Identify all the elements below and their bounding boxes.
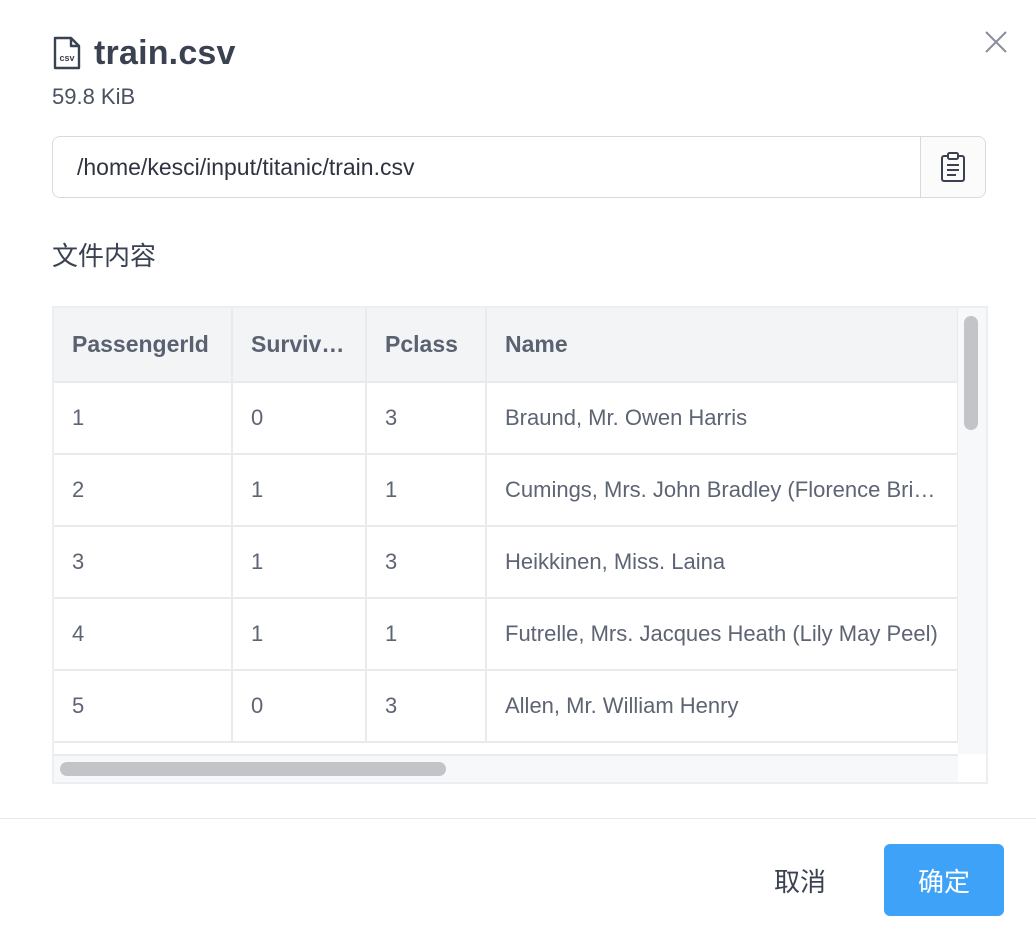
column-header-name[interactable]: Name	[486, 308, 959, 383]
table-cell: 2	[54, 454, 233, 527]
confirm-button[interactable]: 确定	[884, 844, 1004, 916]
csv-icon-label: csv	[59, 53, 74, 63]
table-cell: 0	[232, 382, 367, 455]
csv-preview-table[interactable]: PassengerId Survived Pclass Name 1 0 3 B…	[52, 306, 988, 784]
table-cell: Futrelle, Mrs. Jacques Heath (Lily May P…	[486, 598, 959, 671]
table-cell: 3	[366, 382, 487, 455]
table-cell: Cumings, Mrs. John Bradley (Florence Bri…	[486, 454, 959, 527]
vertical-scrollbar-thumb[interactable]	[964, 316, 978, 430]
column-header-pclass[interactable]: Pclass	[366, 308, 487, 383]
table-header-row: PassengerId Survived Pclass Name	[54, 308, 959, 383]
table-row: 4 1 1 Futrelle, Mrs. Jacques Heath (Lily…	[54, 598, 959, 671]
table-row: 1 0 3 Braund, Mr. Owen Harris	[54, 382, 959, 455]
column-header-survived[interactable]: Survived	[232, 308, 367, 383]
table-cell: 1	[54, 382, 233, 455]
column-header-passengerid[interactable]: PassengerId	[54, 308, 233, 383]
table-row: 2 1 1 Cumings, Mrs. John Bradley (Floren…	[54, 454, 959, 527]
title-row: csv train.csv	[52, 30, 956, 76]
table-cell: Heikkinen, Miss. Laina	[486, 526, 959, 599]
table-row: 5 0 3 Allen, Mr. William Henry	[54, 670, 959, 743]
table-cell: 1	[232, 526, 367, 599]
cancel-button[interactable]: 取消	[748, 846, 852, 914]
table-cell: Braund, Mr. Owen Harris	[486, 382, 959, 455]
table-cell: 1	[232, 598, 367, 671]
data-table: PassengerId Survived Pclass Name 1 0 3 B…	[54, 308, 959, 743]
content-section-title: 文件内容	[52, 242, 157, 272]
table-cell: 3	[366, 670, 487, 743]
file-title: train.csv	[94, 33, 236, 72]
copy-path-button[interactable]	[920, 137, 985, 197]
table-cell: 1	[366, 454, 487, 527]
close-icon	[985, 31, 1007, 53]
clipboard-icon	[941, 152, 965, 182]
horizontal-scrollbar-thumb[interactable]	[60, 762, 446, 776]
footer-divider	[0, 818, 1036, 819]
table-cell: Allen, Mr. William Henry	[486, 670, 959, 743]
file-size: 59.8 KiB	[52, 84, 136, 109]
csv-file-icon: csv	[52, 36, 82, 70]
file-preview-dialog: csv train.csv 59.8 KiB 文件内容	[0, 0, 1036, 940]
table-cell: 1	[366, 598, 487, 671]
file-path-input[interactable]	[53, 137, 920, 197]
table-cell: 3	[54, 526, 233, 599]
table-cell: 1	[232, 454, 367, 527]
dialog-header: csv train.csv 59.8 KiB	[52, 30, 956, 110]
close-button[interactable]	[980, 26, 1012, 58]
table-cell: 4	[54, 598, 233, 671]
path-field-group	[52, 136, 986, 198]
table-cell: 0	[232, 670, 367, 743]
table-cell: 5	[54, 670, 233, 743]
table-cell: 3	[366, 526, 487, 599]
table-row: 3 1 3 Heikkinen, Miss. Laina	[54, 526, 959, 599]
